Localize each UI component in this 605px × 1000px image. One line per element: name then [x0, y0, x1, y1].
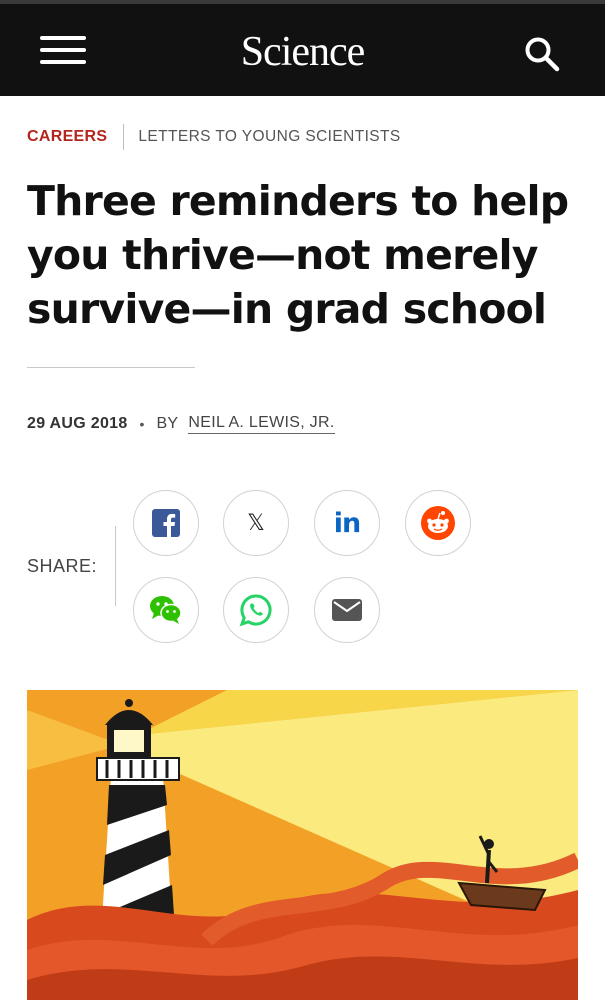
email-icon — [332, 599, 362, 621]
share-wechat-button[interactable] — [133, 577, 199, 643]
whatsapp-icon — [239, 594, 272, 627]
breadcrumb-careers-link[interactable]: CAREERS — [27, 128, 107, 146]
reddit-icon — [421, 506, 455, 540]
publish-date: 29 AUG 2018 — [27, 415, 128, 432]
title-divider — [27, 367, 195, 368]
share-linkedin-button[interactable]: in — [314, 490, 380, 556]
share-x-button[interactable]: 𝕏 — [223, 490, 289, 556]
search-icon[interactable] — [522, 34, 562, 74]
breadcrumb: CAREERS LETTERS TO YOUNG SCIENTISTS — [27, 124, 401, 150]
share-whatsapp-button[interactable] — [223, 577, 289, 643]
linkedin-icon: in — [333, 507, 362, 539]
facebook-icon — [152, 509, 180, 537]
share-reddit-button[interactable] — [405, 490, 471, 556]
x-icon: 𝕏 — [247, 510, 265, 536]
article-title-line: Three reminders to help — [27, 177, 569, 225]
lighthouse-illustration — [27, 690, 578, 1000]
breadcrumb-divider — [123, 124, 125, 150]
share-email-button[interactable] — [314, 577, 380, 643]
share-facebook-button[interactable] — [133, 490, 199, 556]
wechat-icon — [150, 596, 182, 624]
meta-separator: • — [139, 416, 145, 432]
article-title-line: survive—in grad school — [27, 285, 547, 333]
breadcrumb-series-link[interactable]: LETTERS TO YOUNG SCIENTISTS — [138, 128, 400, 146]
science-logo[interactable]: Science — [0, 28, 605, 76]
top-nav-bar: Science — [0, 0, 605, 96]
article-title: Three reminders to help you thrive—not m… — [27, 174, 577, 336]
share-divider — [115, 526, 116, 606]
byline-prefix: BY — [156, 415, 179, 432]
share-label: SHARE: — [27, 556, 98, 576]
author-link[interactable]: NEIL A. LEWIS, JR. — [188, 414, 335, 434]
article-title-line: you thrive—not merely — [27, 231, 539, 279]
article-meta: 29 AUG 2018 • BY NEIL A. LEWIS, JR. — [27, 414, 335, 434]
hero-illustration — [27, 690, 578, 1000]
